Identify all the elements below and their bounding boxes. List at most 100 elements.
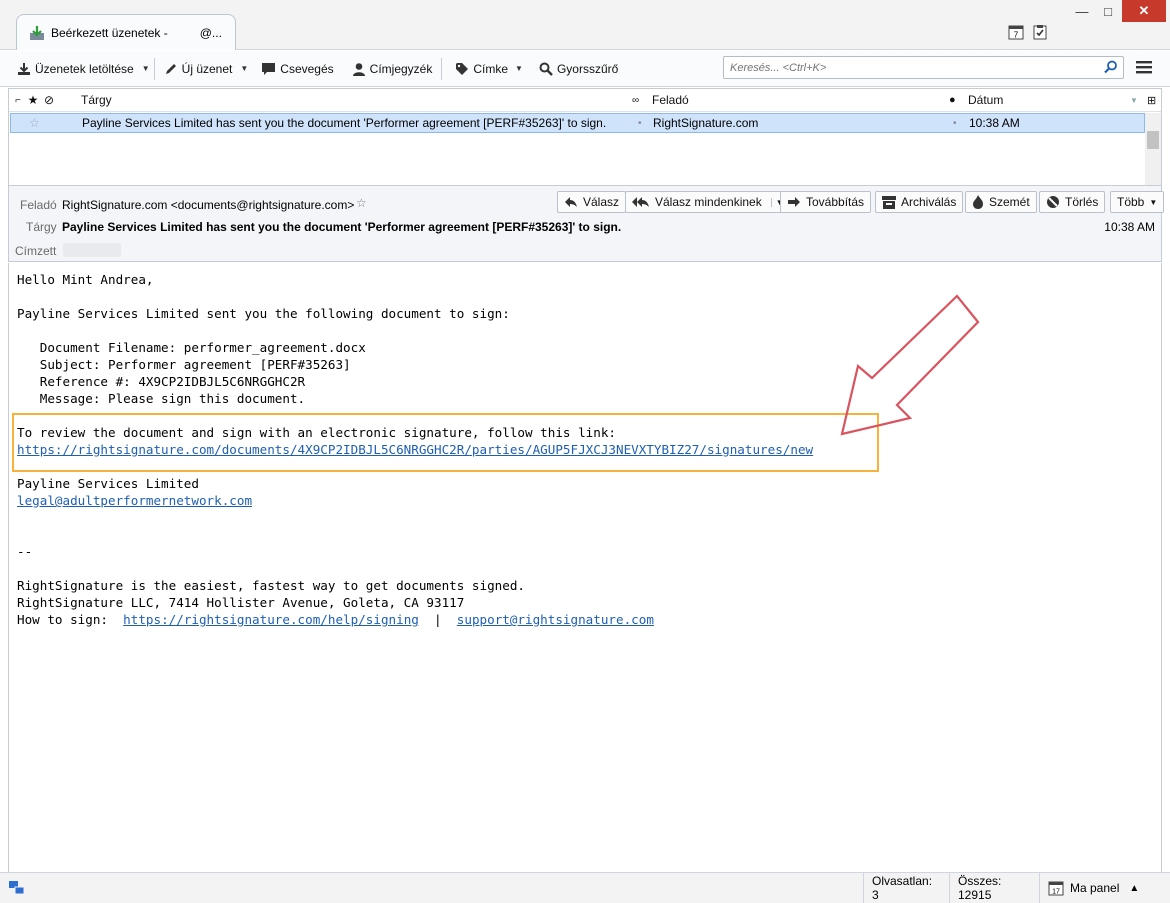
delete-label: Törlés [1065,195,1099,209]
forward-icon [788,197,800,207]
row-from-dot-icon: • [638,117,642,129]
reply-icon [565,197,577,207]
new-message-label: Új üzenet [181,61,233,76]
pencil-icon [165,63,176,74]
contact-icon [352,62,365,76]
row-subject: Payline Services Limited has sent you th… [82,116,607,130]
quick-filter-label: Gyorsszűrő [556,61,619,76]
footer-line-1: RightSignature is the easiest, fastest w… [17,578,525,593]
archive-icon [882,195,896,209]
delete-icon [1047,196,1059,208]
chat-label: Csevegés [280,61,334,76]
column-date[interactable]: Dátum [968,93,1003,107]
to-value-redacted[interactable] [63,243,121,257]
address-book-button[interactable]: Címjegyzék [347,56,438,82]
table-row[interactable]: ☆ Payline Services Limited has sent you … [10,113,1145,133]
toolbar-divider [441,57,443,80]
footer-pipe: | [418,612,457,627]
online-status-icon[interactable] [9,881,25,895]
toolbar-divider [153,57,155,80]
get-messages-button[interactable]: Üzenetek letöltése [12,56,139,82]
message-header: Feladó RightSignature.com <documents@rig… [8,186,1165,262]
minimize-button[interactable]: — [1070,0,1094,22]
row-date-dot-icon: • [953,117,957,129]
calendar-icon[interactable]: 7 [1008,24,1024,40]
magnifier-icon [539,62,553,76]
more-label: Több [1117,195,1145,209]
unread-count: Olvasatlan: 3 [863,873,949,903]
chevron-up-icon: ▲ [1129,882,1140,894]
new-message-dropdown-icon[interactable]: ▼ [240,64,248,73]
more-dropdown-icon: ▼ [1149,197,1158,207]
signature-separator: -- [17,544,33,559]
junk-button[interactable]: Szemét [965,191,1037,213]
row-from: RightSignature.com [653,116,759,130]
forward-button[interactable]: Továbbítás [780,191,872,213]
search-input[interactable] [730,61,1090,74]
search-icon[interactable] [1104,60,1118,74]
help-signing-link[interactable]: https://rightsignature.com/help/signing [123,612,419,627]
star-icon[interactable]: ☆ [29,116,40,130]
today-pane-toggle[interactable]: 17 Ma panel ▲ [1039,873,1151,903]
row-date: 10:38 AM [969,116,1020,130]
new-message-button[interactable]: Új üzenet [159,56,238,82]
today-pane-label: Ma panel [1070,881,1120,895]
main-toolbar: Üzenetek letöltése ▼ Új üzenet ▼ Csevegé… [0,51,1170,87]
reply-button[interactable]: Válasz [557,191,627,213]
body-greeting: Hello Mint Andrea, [17,272,154,287]
hamburger-menu-icon[interactable] [1136,59,1152,75]
more-button[interactable]: Több ▼ [1110,191,1165,213]
archive-label: Archiválás [901,195,957,209]
close-button[interactable]: ✕ [1122,0,1166,22]
tag-label: Címke [473,61,509,76]
star-column-icon[interactable]: ★ [25,93,41,107]
annotation-arrow-icon [840,294,980,436]
column-subject[interactable]: Tárgy [81,93,112,107]
link-highlight-box [12,413,879,472]
tab-inbox[interactable]: Beérkezett üzenetek - @... [16,14,236,50]
maximize-button[interactable]: □ [1096,0,1120,22]
to-label: Címzett [15,244,57,258]
tag-button[interactable]: Címke ▼ [450,56,528,82]
body-blank [17,560,1161,577]
thread-pane: ⌐ ★ ⊘ Tárgy ∞ Feladó ● Dátum ▼ ⊞ ☆ Payli… [8,88,1162,186]
body-blank [17,526,1161,543]
status-bar: Olvasatlan: 3 Összes: 12915 17 Ma panel … [0,872,1170,903]
reply-label: Válasz [583,195,620,209]
sender-email-line: legal@adultperformernetwork.com [17,492,1161,509]
footer-line-2: RightSignature LLC, 7414 Hollister Avenu… [17,595,465,610]
reply-all-label: Válasz mindenkinek [655,195,762,209]
chat-button[interactable]: Csevegés [256,56,338,82]
address-book-label: Címjegyzék [369,61,433,76]
tab-title: Beérkezett üzenetek - [51,25,168,40]
forward-label: Továbbítás [806,195,865,209]
scrollbar-thumb[interactable] [1147,131,1159,149]
tasks-icon[interactable] [1032,24,1048,40]
thread-column-header: ⌐ ★ ⊘ Tárgy ∞ Feladó ● Dátum ▼ ⊞ [9,89,1161,112]
support-email-link[interactable]: support@rightsignature.com [457,612,654,627]
tag-icon [456,62,469,75]
reply-all-button[interactable]: Válasz mindenkinek ▼ [625,191,791,213]
get-messages-label: Üzenetek letöltése [35,61,134,76]
title-bar: Beérkezett üzenetek - @... — □ ✕ 7 [0,0,1170,50]
message-time: 10:38 AM [1104,220,1155,234]
get-messages-dropdown-icon[interactable]: ▼ [142,64,150,73]
from-value[interactable]: RightSignature.com <documents@rightsigna… [62,198,354,212]
date-column-icon: ● [949,94,956,106]
column-picker-icon[interactable]: ⊞ [1147,94,1156,107]
attachment-column-icon[interactable]: ⊘ [41,93,57,107]
sender-email-link[interactable]: legal@adultperformernetwork.com [17,493,252,508]
junk-label: Szemét [989,195,1030,209]
star-sender-icon[interactable]: ☆ [356,196,367,210]
column-from[interactable]: Feladó [652,93,689,107]
thread-scrollbar[interactable] [1145,113,1161,185]
quick-filter-button[interactable]: Gyorsszűrő [534,56,623,82]
thread-toggle-icon[interactable]: ⌐ [11,95,25,106]
tab-account: @... [199,25,222,40]
archive-button[interactable]: Archiválás [875,191,964,213]
tag-dropdown-icon: ▼ [515,64,523,73]
total-count: Összes: 12915 [949,873,1039,903]
delete-button[interactable]: Törlés [1039,191,1106,213]
download-icon [18,62,30,75]
fire-icon [973,195,983,209]
